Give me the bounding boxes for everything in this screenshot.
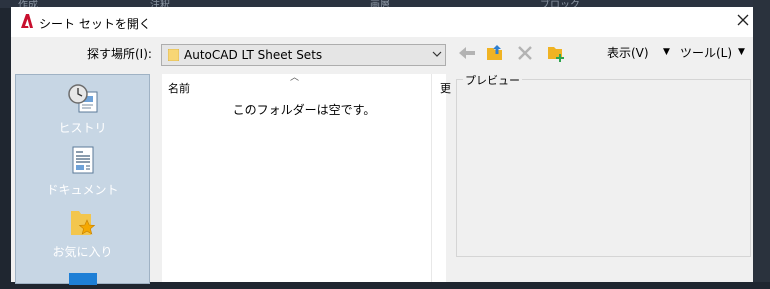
- preview-group: プレビュー: [456, 72, 751, 257]
- place-label: ドキュメント: [46, 183, 119, 197]
- place-label: ヒストリ: [58, 121, 107, 135]
- background-panel: [753, 0, 770, 282]
- history-icon: [67, 84, 97, 113]
- place-desktop[interactable]: [16, 271, 149, 289]
- desktop-icon: [68, 273, 97, 285]
- column-header-name[interactable]: 名前: [168, 80, 190, 96]
- place-favorites[interactable]: お気に入り: [16, 207, 149, 260]
- look-in-value: AutoCAD LT Sheet Sets: [184, 48, 323, 62]
- close-button[interactable]: [734, 12, 752, 30]
- place-documents[interactable]: ドキュメント: [16, 145, 149, 198]
- column-header-date[interactable]: 更: [440, 80, 451, 96]
- close-icon: [737, 14, 749, 26]
- open-sheet-set-dialog: シート セットを開く 探す場所(I): AutoCAD LT Sheet Set…: [11, 7, 753, 285]
- title-bar: シート セットを開く: [11, 7, 753, 37]
- column-header-row: 名前 ︿ 更: [162, 73, 451, 96]
- back-arrow-icon[interactable]: [457, 43, 477, 63]
- autocad-logo-icon: [21, 14, 33, 28]
- tools-menu[interactable]: ツール(L): [680, 44, 732, 61]
- view-menu[interactable]: 表示(V): [607, 44, 649, 61]
- look-in-label: 探す場所(I):: [87, 47, 152, 61]
- preview-label: プレビュー: [463, 72, 522, 88]
- window-title: シート セットを開く: [39, 17, 151, 31]
- documents-icon: [72, 146, 93, 174]
- up-one-level-icon[interactable]: [485, 43, 505, 63]
- place-label: お気に入り: [52, 245, 113, 259]
- view-menu-arrow-icon[interactable]: ▼: [663, 47, 670, 57]
- places-bar: ヒストリ ドキュメント お気に入り: [15, 74, 150, 285]
- chevron-down-icon: [432, 51, 442, 57]
- new-folder-icon[interactable]: [546, 43, 566, 63]
- place-history[interactable]: ヒストリ: [16, 83, 149, 136]
- empty-folder-message: このフォルダーは空です。: [232, 103, 376, 117]
- sort-ascending-icon: ︿: [290, 73, 300, 83]
- file-list[interactable]: 名前 ︿ 更 このフォルダーは空です。: [162, 73, 451, 282]
- folder-icon: [168, 49, 179, 61]
- delete-icon[interactable]: [515, 43, 535, 63]
- favorites-icon: [70, 211, 95, 235]
- tools-menu-arrow-icon[interactable]: ▼: [738, 47, 745, 57]
- look-in-dropdown[interactable]: AutoCAD LT Sheet Sets: [161, 44, 446, 66]
